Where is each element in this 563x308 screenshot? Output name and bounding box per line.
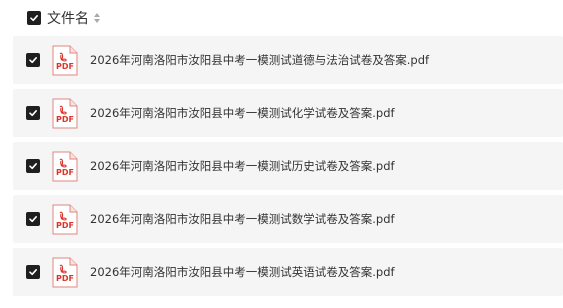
file-list-header: 文件名	[0, 0, 563, 36]
check-icon	[30, 15, 38, 22]
file-row[interactable]: PDF 2026年河南洛阳市汝阳县中考一模测试道德与法治试卷及答案.pdf	[13, 36, 563, 84]
pdf-file-icon: PDF	[52, 45, 78, 76]
pdf-type-label: PDF	[56, 273, 74, 283]
file-name[interactable]: 2026年河南洛阳市汝阳县中考一模测试历史试卷及答案.pdf	[90, 158, 395, 174]
file-row[interactable]: PDF 2026年河南洛阳市汝阳县中考一模测试数学试卷及答案.pdf	[13, 195, 563, 243]
pdf-file-icon: PDF	[52, 257, 78, 288]
pdf-type-label: PDF	[56, 61, 74, 71]
pdf-type-label: PDF	[56, 167, 74, 177]
file-checkbox[interactable]	[26, 212, 40, 226]
file-list-panel: 文件名 PDF 2026年河南洛阳市汝阳县中考一模测试道德与法治试卷及答案.pd…	[0, 0, 563, 308]
file-name[interactable]: 2026年河南洛阳市汝阳县中考一模测试数学试卷及答案.pdf	[90, 211, 395, 227]
select-all-checkbox[interactable]	[27, 11, 41, 25]
file-list: PDF 2026年河南洛阳市汝阳县中考一模测试道德与法治试卷及答案.pdf PD…	[13, 36, 563, 301]
pdf-type-label: PDF	[56, 220, 74, 230]
check-icon	[29, 57, 37, 64]
file-row[interactable]: PDF 2026年河南洛阳市汝阳县中考一模测试化学试卷及答案.pdf	[13, 89, 563, 137]
file-checkbox[interactable]	[26, 265, 40, 279]
check-icon	[29, 216, 37, 223]
file-checkbox[interactable]	[26, 106, 40, 120]
check-icon	[29, 110, 37, 117]
pdf-file-icon: PDF	[52, 151, 78, 182]
file-checkbox[interactable]	[26, 53, 40, 67]
check-icon	[29, 269, 37, 276]
file-name[interactable]: 2026年河南洛阳市汝阳县中考一模测试化学试卷及答案.pdf	[90, 105, 395, 121]
file-checkbox[interactable]	[26, 159, 40, 173]
file-name[interactable]: 2026年河南洛阳市汝阳县中考一模测试道德与法治试卷及答案.pdf	[90, 52, 429, 68]
pdf-type-label: PDF	[56, 114, 74, 124]
check-icon	[29, 163, 37, 170]
file-name[interactable]: 2026年河南洛阳市汝阳县中考一模测试英语试卷及答案.pdf	[90, 264, 395, 280]
column-header-filename[interactable]: 文件名	[47, 8, 89, 28]
file-row[interactable]: PDF 2026年河南洛阳市汝阳县中考一模测试英语试卷及答案.pdf	[13, 248, 563, 296]
pdf-file-icon: PDF	[52, 98, 78, 129]
pdf-file-icon: PDF	[52, 204, 78, 235]
file-row[interactable]: PDF 2026年河南洛阳市汝阳县中考一模测试历史试卷及答案.pdf	[13, 142, 563, 190]
sort-icon[interactable]	[93, 12, 101, 24]
